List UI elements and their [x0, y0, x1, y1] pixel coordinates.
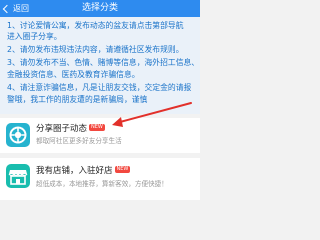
red-arrow-annotation	[112, 102, 192, 127]
